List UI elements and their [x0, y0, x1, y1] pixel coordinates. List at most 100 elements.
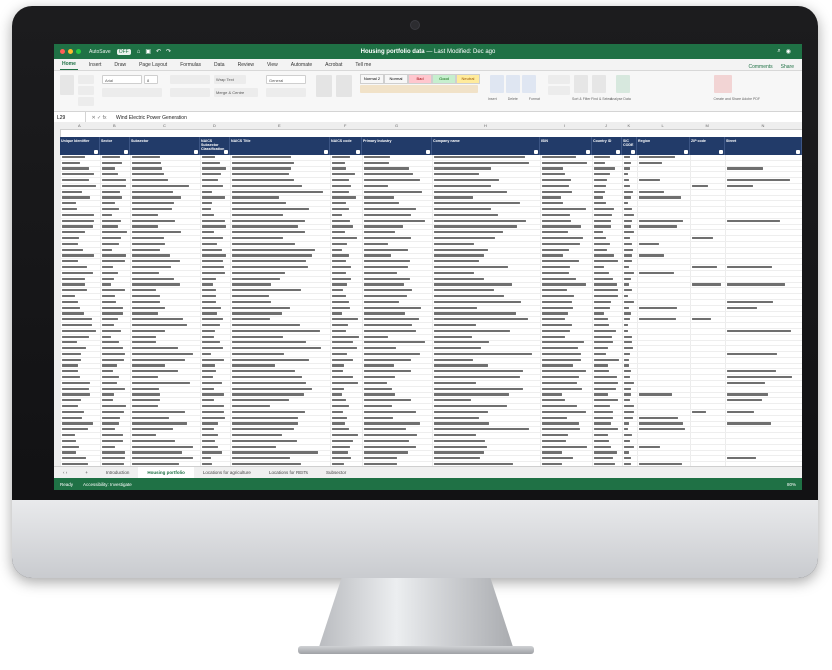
- spreadsheet-grid[interactable]: A B C D E F G H I J K L M N Unique Identifier Sector Su…: [54, 122, 802, 466]
- filter-dropdown-icon[interactable]: [94, 150, 98, 154]
- close-window-button[interactable]: [60, 49, 65, 54]
- column-letter[interactable]: E: [278, 123, 281, 128]
- paste-button[interactable]: [60, 75, 74, 95]
- column-letter[interactable]: K: [628, 123, 631, 128]
- filter-dropdown-icon[interactable]: [616, 150, 620, 154]
- column-letter[interactable]: M: [706, 123, 709, 128]
- undo-icon[interactable]: ↶: [156, 48, 161, 55]
- column-letter[interactable]: G: [395, 123, 398, 128]
- table-header-cell[interactable]: Unique Identifier: [60, 137, 100, 155]
- fill-button[interactable]: [548, 86, 570, 95]
- table-header-cell[interactable]: Company name: [432, 137, 540, 155]
- filter-dropdown-icon[interactable]: [124, 150, 128, 154]
- column-letter[interactable]: F: [344, 123, 346, 128]
- tab-acrobat[interactable]: Acrobat: [323, 61, 344, 70]
- insert-cells-button[interactable]: [490, 75, 504, 93]
- table-header-cell[interactable]: Primary Industry: [362, 137, 432, 155]
- column-letter[interactable]: N: [762, 123, 765, 128]
- table-header-cell[interactable]: Sector: [100, 137, 130, 155]
- filter-dropdown-icon[interactable]: [324, 150, 328, 154]
- filter-dropdown-icon[interactable]: [719, 150, 723, 154]
- column-letter[interactable]: L: [662, 123, 664, 128]
- formula-input[interactable]: Wind Electric Power Generation: [112, 115, 187, 121]
- format-painter-button[interactable]: [78, 97, 94, 106]
- table-header-cell[interactable]: Street: [725, 137, 802, 155]
- filter-dropdown-icon[interactable]: [224, 150, 228, 154]
- style-neutral[interactable]: Neutral: [456, 74, 480, 84]
- column-letter[interactable]: B: [113, 123, 116, 128]
- tab-data[interactable]: Data: [212, 61, 227, 70]
- filter-dropdown-icon[interactable]: [356, 150, 360, 154]
- copy-button[interactable]: [78, 86, 94, 95]
- account-icon[interactable]: ◉: [786, 48, 791, 55]
- conditional-formatting-button[interactable]: [316, 75, 332, 97]
- indent-buttons[interactable]: [170, 88, 210, 97]
- font-name-select[interactable]: Arial: [102, 75, 142, 84]
- filter-dropdown-icon[interactable]: [586, 150, 590, 154]
- column-letter[interactable]: H: [484, 123, 487, 128]
- merge-centre-button[interactable]: Merge & Centre: [214, 88, 258, 97]
- autosum-button[interactable]: [548, 75, 570, 84]
- filter-dropdown-icon[interactable]: [796, 150, 800, 154]
- style-normal[interactable]: Normal: [384, 74, 408, 84]
- comments-button[interactable]: Comments: [748, 64, 772, 70]
- wrap-text-button[interactable]: Wrap Text: [214, 75, 246, 84]
- style-good[interactable]: Good: [432, 74, 456, 84]
- filter-dropdown-icon[interactable]: [684, 150, 688, 154]
- redo-icon[interactable]: ↷: [166, 48, 171, 55]
- search-icon[interactable]: ⌕: [777, 48, 780, 55]
- accessibility-status[interactable]: Accessibility: Investigate: [83, 482, 132, 487]
- table-header-cell[interactable]: SIC CODE: [622, 137, 637, 155]
- table-header-cell[interactable]: Subsector: [130, 137, 200, 155]
- table-header-cell[interactable]: NAICS Subsector Classification: [200, 137, 230, 155]
- minimize-window-button[interactable]: [68, 49, 73, 54]
- table-header-cell[interactable]: Country ID: [592, 137, 622, 155]
- find-select-button[interactable]: [592, 75, 606, 93]
- column-letter[interactable]: D: [213, 123, 216, 128]
- tab-draw[interactable]: Draw: [112, 61, 128, 70]
- font-size-select[interactable]: 8: [144, 75, 158, 84]
- filter-dropdown-icon[interactable]: [426, 150, 430, 154]
- font-format-buttons[interactable]: [102, 88, 162, 97]
- column-letter[interactable]: J: [605, 123, 607, 128]
- tab-insert[interactable]: Insert: [87, 61, 104, 70]
- column-letter[interactable]: A: [78, 123, 81, 128]
- tab-review[interactable]: Review: [236, 61, 256, 70]
- delete-cells-button[interactable]: [506, 75, 520, 93]
- table-header-cell[interactable]: Region: [637, 137, 690, 155]
- number-buttons[interactable]: [266, 88, 306, 97]
- save-icon[interactable]: ▣: [145, 48, 151, 55]
- maximize-window-button[interactable]: [76, 49, 81, 54]
- style-bad[interactable]: Bad: [408, 74, 432, 84]
- table-header-cell[interactable]: ISIN: [540, 137, 592, 155]
- autosave-toggle[interactable]: OFF: [116, 48, 131, 55]
- alignment-buttons[interactable]: [170, 75, 210, 84]
- fx-icon[interactable]: ✕ ✓ fx: [86, 115, 112, 121]
- column-letter[interactable]: C: [163, 123, 166, 128]
- more-cell-styles[interactable]: [360, 85, 478, 93]
- tab-home[interactable]: Home: [60, 60, 78, 70]
- tab-view[interactable]: View: [265, 61, 280, 70]
- filter-dropdown-icon[interactable]: [534, 150, 538, 154]
- tab-page-layout[interactable]: Page Layout: [137, 61, 169, 70]
- filter-dropdown-icon[interactable]: [631, 150, 635, 154]
- create-pdf-button[interactable]: [714, 75, 732, 93]
- tab-automate[interactable]: Automate: [289, 61, 314, 70]
- format-cells-button[interactable]: [522, 75, 536, 93]
- cut-button[interactable]: [78, 75, 94, 84]
- column-letter[interactable]: I: [564, 123, 565, 128]
- tab-formulas[interactable]: Formulas: [178, 61, 203, 70]
- style-normal-2[interactable]: Normal 2: [360, 74, 384, 84]
- share-button[interactable]: Share: [781, 64, 794, 70]
- zoom-level[interactable]: 80%: [787, 482, 796, 487]
- table-header-cell[interactable]: ZIP code: [690, 137, 725, 155]
- table-header-cell[interactable]: NAICS code: [330, 137, 362, 155]
- sort-filter-button[interactable]: [574, 75, 588, 93]
- format-as-table-button[interactable]: [336, 75, 352, 97]
- filter-dropdown-icon[interactable]: [194, 150, 198, 154]
- analyse-data-button[interactable]: [616, 75, 630, 93]
- number-format-select[interactable]: General: [266, 75, 306, 84]
- tell-me[interactable]: Tell me: [353, 61, 373, 70]
- home-icon[interactable]: ⌂: [137, 49, 141, 55]
- table-header-cell[interactable]: NAICS Title: [230, 137, 330, 155]
